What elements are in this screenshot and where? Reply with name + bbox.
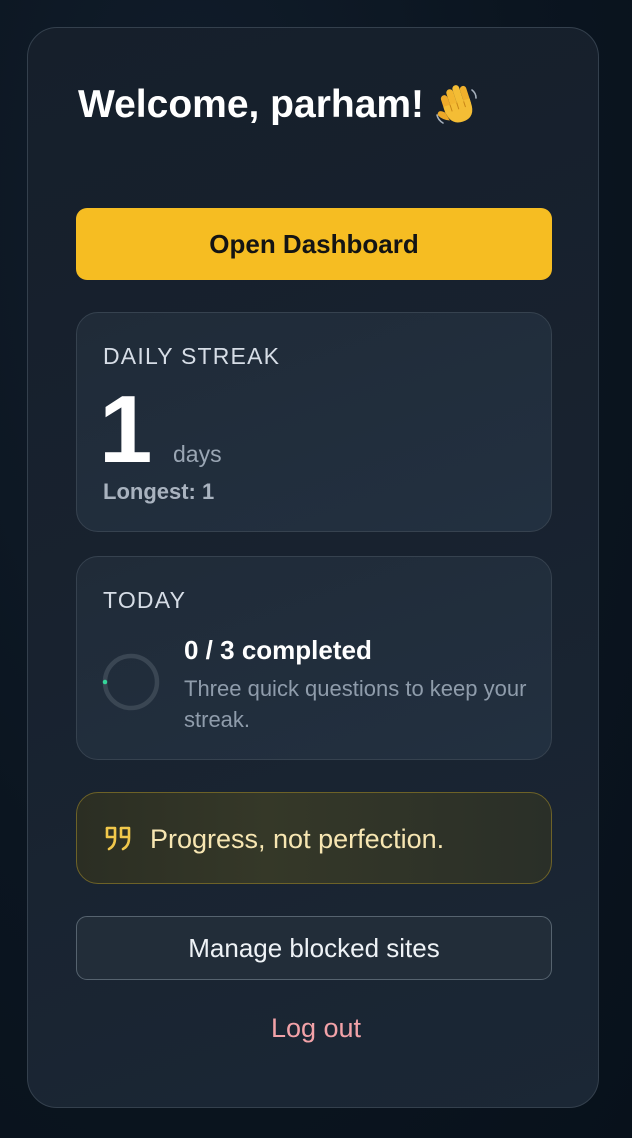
open-dashboard-button[interactable]: Open Dashboard xyxy=(76,208,552,280)
quote-text: Progress, not perfection. xyxy=(150,824,445,854)
streak-label: DAILY STREAK xyxy=(103,343,281,369)
logout-link[interactable]: Log out xyxy=(271,1013,361,1043)
quote-box: Progress, not perfection. xyxy=(76,792,552,884)
logout-row: Log out xyxy=(0,1010,632,1046)
daily-streak-card: DAILY STREAK 1 days Longest: 1 xyxy=(76,312,552,532)
welcome-heading: Welcome, parham! xyxy=(78,80,478,130)
welcome-text: Welcome, parham! xyxy=(78,83,425,126)
longest-streak: Longest: 1 xyxy=(103,479,215,504)
streak-count: 1 xyxy=(99,376,153,483)
today-label: TODAY xyxy=(103,587,187,613)
quote-icon xyxy=(105,826,131,851)
manage-blocked-sites-button[interactable]: Manage blocked sites xyxy=(76,916,552,980)
streak-unit: days xyxy=(173,441,222,467)
waving-hand-icon xyxy=(434,83,478,127)
today-description: Three quick questions to keep your strea… xyxy=(184,676,527,732)
popup-page: { "header": { "welcome_text": "Welcome, … xyxy=(0,0,632,1138)
progress-ring xyxy=(102,653,160,711)
today-card: TODAY 0 / 3 completed Three quick questi… xyxy=(76,556,552,760)
today-progress-status: 0 / 3 completed xyxy=(184,635,372,665)
